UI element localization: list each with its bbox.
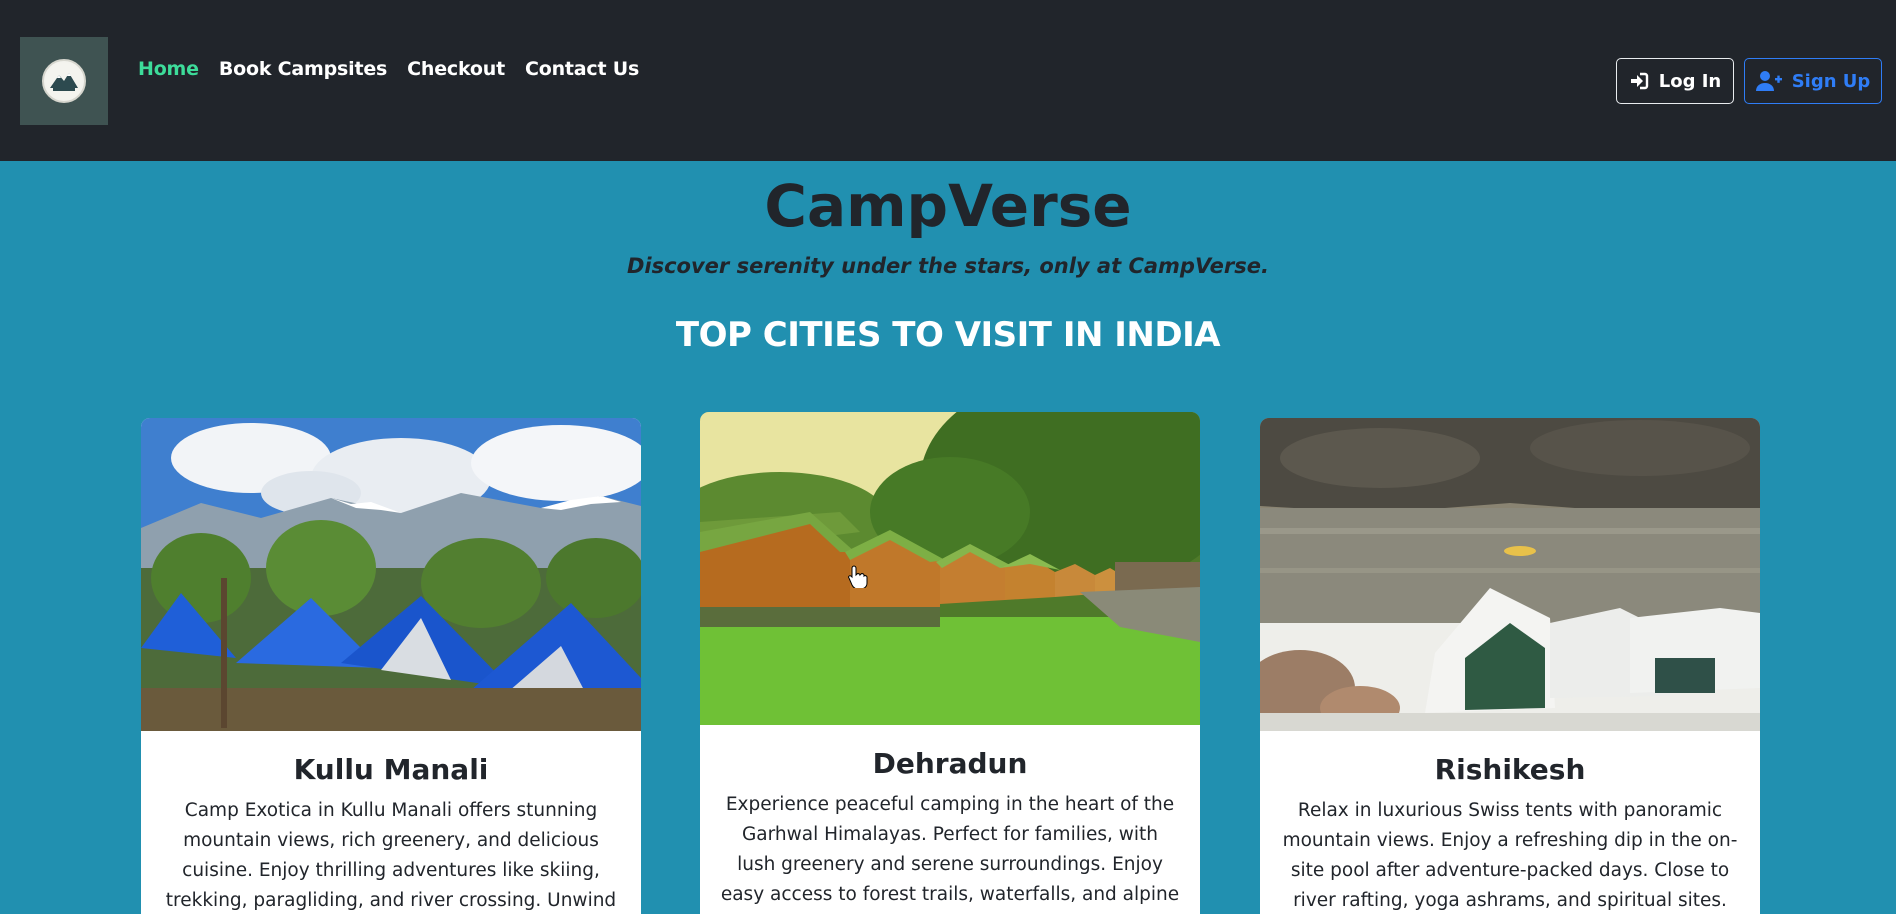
card-title: Rishikesh [1434, 753, 1586, 786]
site-title: CampVerse [764, 172, 1132, 240]
login-label: Log In [1658, 70, 1722, 92]
user-plus-icon [1755, 70, 1782, 92]
login-button[interactable]: Log In [1616, 58, 1734, 104]
card-title: Kullu Manali [293, 753, 489, 786]
site-logo[interactable] [20, 37, 108, 125]
nav-link-checkout[interactable]: Checkout [407, 58, 505, 80]
city-card-kullu-manali[interactable]: Kullu Manali Camp Exotica in Kullu Manal… [141, 418, 641, 914]
hand-cursor-icon [848, 565, 868, 588]
nav-link-home[interactable]: Home [138, 58, 199, 80]
navbar: Home Book Campsites Checkout Contact Us … [0, 0, 1896, 161]
main-nav: Home Book Campsites Checkout Contact Us [138, 58, 639, 80]
card-image-blue-tents [141, 418, 641, 731]
city-card-rishikesh[interactable]: Rishikesh Relax in luxurious Swiss tents… [1260, 418, 1760, 914]
card-description: Relax in luxurious Swiss tents with pano… [1282, 800, 1738, 911]
nav-link-contact-us[interactable]: Contact Us [525, 58, 639, 80]
city-card-dehradun[interactable]: Dehradun Experience peaceful camping in … [700, 412, 1200, 914]
campverse-logo-icon [42, 59, 86, 103]
login-icon [1629, 71, 1649, 91]
site-tagline: Discover serenity under the stars, only … [626, 254, 1269, 278]
nav-link-book-campsites[interactable]: Book Campsites [219, 58, 388, 80]
section-heading: TOP CITIES TO VISIT IN INDIA [675, 315, 1221, 355]
signup-button[interactable]: Sign Up [1744, 58, 1882, 104]
signup-label: Sign Up [1791, 70, 1871, 92]
card-description: Camp Exotica in Kullu Manali offers stun… [165, 800, 617, 911]
card-description: Experience peaceful camping in the heart… [720, 794, 1180, 905]
card-title: Dehradun [872, 747, 1028, 780]
card-image-cottage-tents [700, 412, 1200, 725]
card-image-river-tents [1260, 418, 1760, 731]
